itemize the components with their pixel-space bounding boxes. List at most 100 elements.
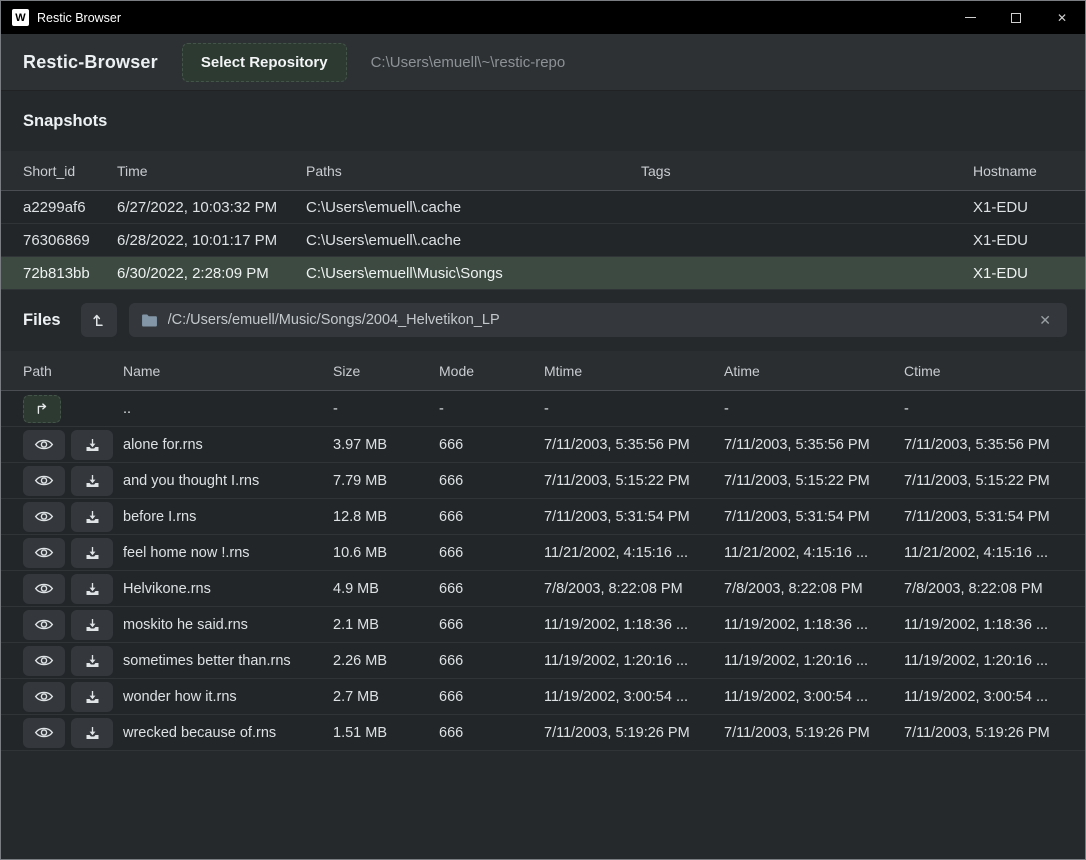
download-icon <box>84 689 101 705</box>
file-mtime: 11/21/2002, 4:15:16 ... <box>544 545 724 561</box>
file-row: feel home now !.rns 10.6 MB 666 11/21/20… <box>1 535 1085 571</box>
file-size: 2.1 MB <box>333 617 439 633</box>
parent-dir-icon <box>90 311 108 329</box>
download-icon <box>84 581 101 597</box>
preview-file-button[interactable] <box>23 682 65 712</box>
file-row: moskito he said.rns 2.1 MB 666 11/19/200… <box>1 607 1085 643</box>
file-mode: 666 <box>439 725 544 741</box>
col-mode: Mode <box>439 363 544 379</box>
preview-file-button[interactable] <box>23 574 65 604</box>
file-atime: 11/19/2002, 1:20:16 ... <box>724 653 904 669</box>
download-file-button[interactable] <box>71 646 113 676</box>
col-atime: Atime <box>724 363 904 379</box>
snapshot-time: 6/28/2022, 10:01:17 PM <box>117 232 306 249</box>
col-mtime: Mtime <box>544 363 724 379</box>
preview-file-button[interactable] <box>23 430 65 460</box>
eye-icon <box>34 689 54 704</box>
files-heading: Files <box>23 311 61 330</box>
parent-directory-button[interactable] <box>81 303 117 337</box>
col-time: Time <box>117 163 306 179</box>
file-atime: 7/8/2003, 8:22:08 PM <box>724 581 904 597</box>
download-icon <box>84 473 101 489</box>
enter-parent-directory-button[interactable] <box>23 395 61 423</box>
preview-file-button[interactable] <box>23 502 65 532</box>
folder-icon <box>141 313 158 328</box>
col-path: Path <box>23 363 123 379</box>
download-file-button[interactable] <box>71 466 113 496</box>
file-mtime: 7/11/2003, 5:19:26 PM <box>544 725 724 741</box>
eye-icon <box>34 437 54 452</box>
file-row-parent: .. - - - - - <box>1 391 1085 427</box>
snapshot-time: 6/27/2022, 10:03:32 PM <box>117 199 306 216</box>
maximize-button[interactable] <box>993 1 1039 34</box>
snapshot-row[interactable]: a2299af6 6/27/2022, 10:03:32 PM C:\Users… <box>1 191 1085 224</box>
app-logo-icon: W <box>12 9 29 26</box>
close-icon: ✕ <box>1057 11 1067 25</box>
file-ctime: 7/11/2003, 5:35:56 PM <box>904 437 1063 453</box>
preview-file-button[interactable] <box>23 466 65 496</box>
file-row: before I.rns 12.8 MB 666 7/11/2003, 5:31… <box>1 499 1085 535</box>
close-button[interactable]: ✕ <box>1039 1 1085 34</box>
current-path-value: /C:/Users/emuell/Music/Songs/2004_Helvet… <box>168 312 1026 328</box>
file-mtime: 11/19/2002, 1:18:36 ... <box>544 617 724 633</box>
file-row: Helvikone.rns 4.9 MB 666 7/8/2003, 8:22:… <box>1 571 1085 607</box>
file-mode: 666 <box>439 545 544 561</box>
download-file-button[interactable] <box>71 718 113 748</box>
file-ctime: 7/11/2003, 5:15:22 PM <box>904 473 1063 489</box>
file-mode: 666 <box>439 689 544 705</box>
download-icon <box>84 617 101 633</box>
file-atime: 7/11/2003, 5:19:26 PM <box>724 725 904 741</box>
col-ctime: Ctime <box>904 363 1063 379</box>
preview-file-button[interactable] <box>23 538 65 568</box>
download-file-button[interactable] <box>71 574 113 604</box>
path-input[interactable]: /C:/Users/emuell/Music/Songs/2004_Helvet… <box>129 303 1067 337</box>
download-file-button[interactable] <box>71 430 113 460</box>
preview-file-button[interactable] <box>23 610 65 640</box>
enter-directory-icon <box>34 401 51 416</box>
file-size: 2.7 MB <box>333 689 439 705</box>
eye-icon <box>34 617 54 632</box>
page-title: Restic-Browser <box>23 52 158 73</box>
preview-file-button[interactable] <box>23 646 65 676</box>
file-row: wonder how it.rns 2.7 MB 666 11/19/2002,… <box>1 679 1085 715</box>
download-file-button[interactable] <box>71 502 113 532</box>
download-icon <box>84 653 101 669</box>
select-repository-button[interactable]: Select Repository <box>182 43 347 82</box>
file-size: 2.26 MB <box>333 653 439 669</box>
file-mtime: 7/11/2003, 5:35:56 PM <box>544 437 724 453</box>
file-atime: - <box>724 401 904 417</box>
file-name: and you thought I.rns <box>123 473 333 489</box>
file-mode: 666 <box>439 473 544 489</box>
file-atime: 7/11/2003, 5:35:56 PM <box>724 437 904 453</box>
download-file-button[interactable] <box>71 682 113 712</box>
preview-file-button[interactable] <box>23 718 65 748</box>
col-hostname: Hostname <box>973 163 1063 179</box>
snapshot-paths: C:\Users\emuell\Music\Songs <box>306 265 641 282</box>
file-name: .. <box>123 401 333 417</box>
eye-icon <box>34 473 54 488</box>
file-name: moskito he said.rns <box>123 617 333 633</box>
snapshot-row-selected[interactable]: 72b813bb 6/30/2022, 2:28:09 PM C:\Users\… <box>1 257 1085 290</box>
snapshots-heading: Snapshots <box>1 91 1085 151</box>
col-short-id: Short_id <box>23 163 117 179</box>
download-file-button[interactable] <box>71 538 113 568</box>
clear-path-button[interactable]: ✕ <box>1035 310 1055 331</box>
file-name: feel home now !.rns <box>123 545 333 561</box>
minimize-icon <box>965 17 976 19</box>
download-icon <box>84 545 101 561</box>
window-title: Restic Browser <box>37 11 121 25</box>
file-mtime: 11/19/2002, 3:00:54 ... <box>544 689 724 705</box>
eye-icon <box>34 725 54 740</box>
minimize-button[interactable] <box>947 1 993 34</box>
file-row: and you thought I.rns 7.79 MB 666 7/11/2… <box>1 463 1085 499</box>
snapshot-paths: C:\Users\emuell\.cache <box>306 232 641 249</box>
file-size: 4.9 MB <box>333 581 439 597</box>
file-ctime: 11/21/2002, 4:15:16 ... <box>904 545 1063 561</box>
snapshot-row[interactable]: 76306869 6/28/2022, 10:01:17 PM C:\Users… <box>1 224 1085 257</box>
snapshot-hostname: X1-EDU <box>973 232 1063 249</box>
file-name: before I.rns <box>123 509 333 525</box>
file-mtime: - <box>544 401 724 417</box>
download-file-button[interactable] <box>71 610 113 640</box>
eye-icon <box>34 509 54 524</box>
titlebar: W Restic Browser ✕ <box>1 1 1085 34</box>
